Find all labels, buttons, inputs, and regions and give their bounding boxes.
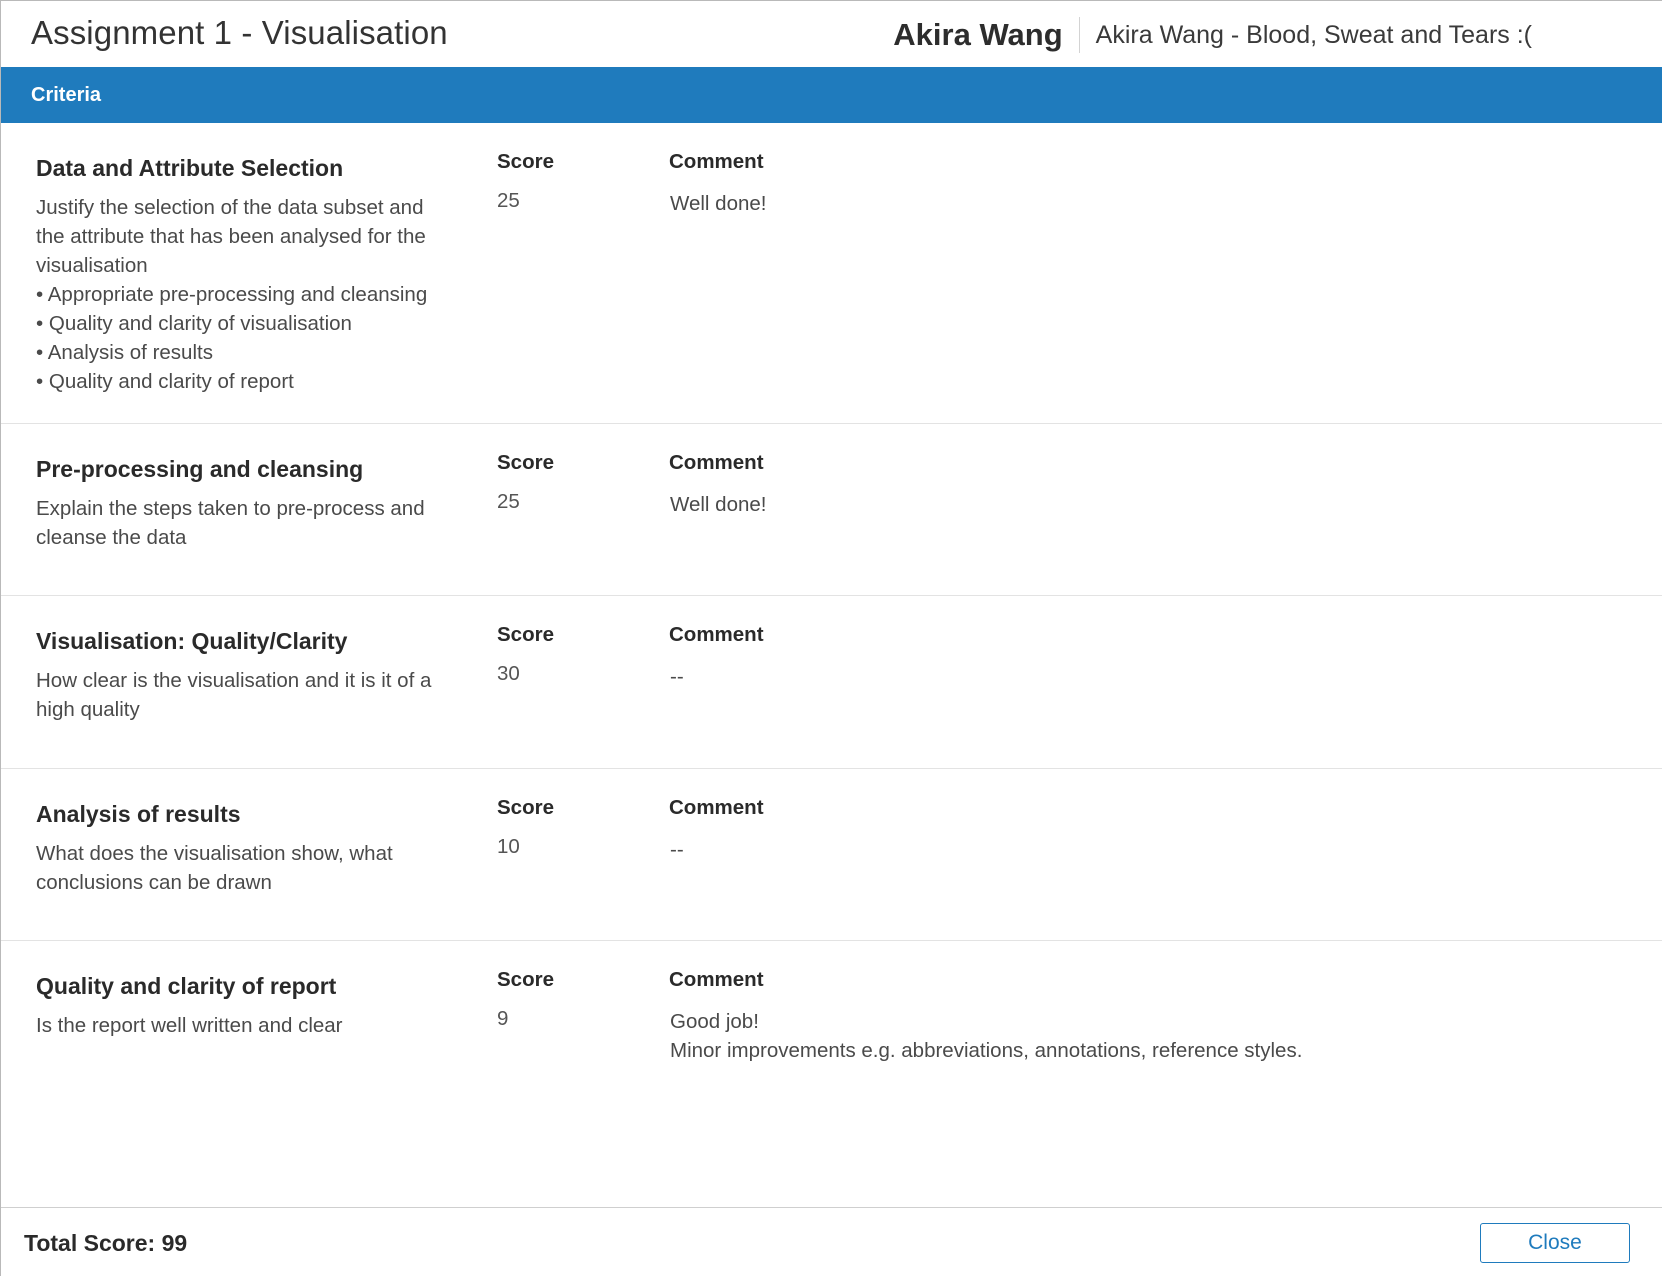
- criterion-row: Pre-processing and cleansing Explain the…: [1, 424, 1662, 596]
- comment-label: Comment: [669, 796, 764, 819]
- score-label: Score: [497, 451, 554, 474]
- total-score: Total Score: 99: [24, 1230, 188, 1256]
- close-button[interactable]: Close: [1480, 1223, 1630, 1263]
- dialog-header: Assignment 1 - Visualisation Akira Wang …: [1, 1, 1662, 67]
- criterion-description: How clear is the visualisation and it is…: [36, 669, 432, 721]
- criterion-description: What does the visualisation show, what c…: [36, 842, 393, 894]
- divider: [1078, 17, 1080, 53]
- score-value: 30: [497, 662, 520, 685]
- criterion-title: Quality and clarity of report: [36, 973, 337, 999]
- score-value: 25: [497, 490, 520, 513]
- criteria-header-bar: Criteria: [1, 67, 1662, 123]
- dialog-footer: Total Score: 99 Close: [1, 1207, 1662, 1277]
- score-label: Score: [497, 968, 554, 991]
- comment-label: Comment: [669, 968, 764, 991]
- comment-value: --: [670, 665, 684, 688]
- criterion-row: Visualisation: Quality/Clarity How clear…: [1, 596, 1662, 769]
- assignment-title: Assignment 1 - Visualisation: [31, 14, 448, 51]
- score-value: 9: [497, 1007, 509, 1030]
- comment-value: Well done!: [670, 493, 767, 516]
- criterion-title: Data and Attribute Selection: [36, 155, 344, 181]
- score-label: Score: [497, 796, 554, 819]
- criterion-title: Analysis of results: [36, 801, 241, 827]
- criterion-description: Justify the selection of the data subset…: [36, 196, 428, 393]
- criterion-description: Explain the steps taken to pre-process a…: [36, 497, 425, 549]
- score-label: Score: [497, 623, 554, 646]
- criterion-description: Is the report well written and clear: [36, 1014, 343, 1037]
- criterion-row: Quality and clarity of report Is the rep…: [1, 941, 1662, 1187]
- criterion-title: Pre-processing and cleansing: [36, 456, 364, 482]
- criterion-row: Data and Attribute Selection Justify the…: [1, 123, 1662, 424]
- criteria-label: Criteria: [31, 84, 102, 106]
- criterion-row: Analysis of results What does the visual…: [1, 769, 1662, 941]
- criteria-list: Data and Attribute Selection Justify the…: [1, 123, 1662, 1187]
- comment-value: --: [670, 838, 684, 861]
- rubric-dialog: Assignment 1 - Visualisation Akira Wang …: [0, 0, 1662, 1276]
- student-name: Akira Wang: [893, 17, 1063, 52]
- submission-title: Akira Wang - Blood, Sweat and Tears :(: [1095, 20, 1532, 49]
- score-value: 25: [497, 189, 520, 212]
- student-info: Akira Wang Akira Wang - Blood, Sweat and…: [893, 15, 1532, 55]
- score-value: 10: [497, 835, 520, 858]
- comment-value: Good job! Minor improvements e.g. abbrev…: [670, 1010, 1303, 1062]
- comment-label: Comment: [669, 623, 764, 646]
- score-label: Score: [497, 150, 554, 173]
- comment-label: Comment: [669, 451, 764, 474]
- comment-value: Well done!: [670, 192, 767, 215]
- criterion-title: Visualisation: Quality/Clarity: [36, 628, 348, 654]
- comment-label: Comment: [669, 150, 764, 173]
